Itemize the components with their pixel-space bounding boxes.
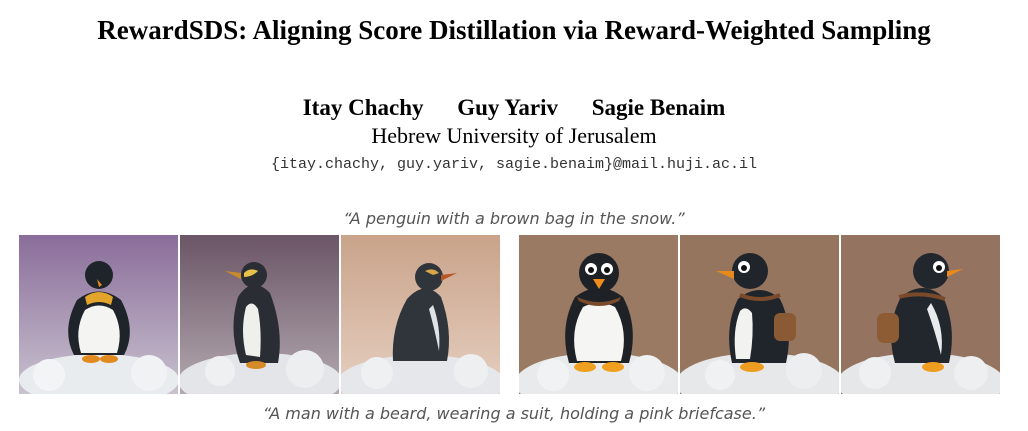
- figure-prompt-man: “A man with a beard, wearing a suit, hol…: [262, 404, 766, 423]
- author-name: Itay Chachy: [302, 95, 424, 120]
- paper-title: RewardSDS: Aligning Score Distillation v…: [97, 15, 931, 45]
- penguin-render-rewardsds-side: [680, 235, 839, 394]
- author-emails: {itay.chachy, guy.yariv, sagie.benaim}@m…: [270, 156, 758, 173]
- penguin-render-baseline-front: [19, 235, 178, 394]
- penguin-render-baseline-side: [180, 235, 339, 394]
- penguin-render-rewardsds-front: [519, 235, 678, 394]
- penguin-render-baseline-back: [341, 235, 500, 394]
- author-list: Itay Chachy Guy Yariv Sagie Benaim: [0, 94, 1028, 122]
- affiliation: Hebrew University of Jerusalem: [371, 123, 657, 148]
- author-name: Sagie Benaim: [591, 95, 726, 120]
- author-name: Guy Yariv: [457, 95, 558, 120]
- figure-prompt-penguin: “A penguin with a brown bag in the snow.…: [343, 209, 685, 228]
- penguin-render-rewardsds-back: [841, 235, 1000, 394]
